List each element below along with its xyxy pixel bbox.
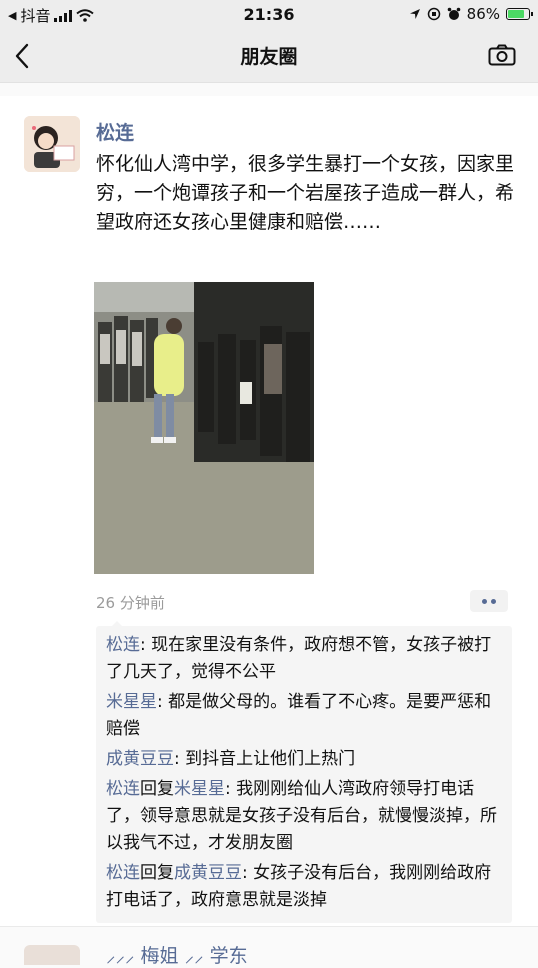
- comment-author[interactable]: 成黄豆豆: [106, 749, 174, 769]
- more-button[interactable]: [470, 590, 508, 612]
- comment-text: : 都是做父母的。谁看了不心疼。是要严惩和赔偿: [106, 692, 492, 739]
- status-bar: ◀ 抖音 21:36 86%: [0, 0, 538, 30]
- battery-icon: [506, 8, 533, 20]
- comment-item[interactable]: 松连回复成黄豆豆: 女孩子没有后台，我刚刚给政府打电话了，政府意思就是淡掉: [106, 860, 502, 914]
- post-author[interactable]: 松连: [96, 118, 134, 145]
- battery-fill: [508, 10, 525, 18]
- more-dots-icon: [482, 598, 487, 604]
- avatar[interactable]: [24, 945, 80, 965]
- page-title: 朋友圈: [240, 46, 298, 68]
- comment-author[interactable]: 松连: [106, 779, 140, 799]
- comment-author[interactable]: 松连: [106, 635, 140, 655]
- battery-percent: 86%: [466, 5, 500, 23]
- next-post: ⸝⸝⸝ 梅姐 ⸝⸝ 学东: [0, 926, 538, 967]
- avatar-image: [24, 116, 80, 172]
- photo-scene: [94, 282, 314, 574]
- comment-author[interactable]: 米星星: [106, 692, 157, 712]
- comment-text: : 到抖音上让他们上热门: [174, 749, 356, 769]
- reply-target[interactable]: 米星星: [174, 779, 225, 799]
- camera-button[interactable]: [488, 44, 516, 70]
- orientation-lock-icon: [427, 7, 440, 21]
- location-arrow-icon: [409, 9, 420, 19]
- post-author[interactable]: ⸝⸝⸝ 梅姐 ⸝⸝ 学东: [106, 941, 248, 968]
- comment-item[interactable]: 米星星: 都是做父母的。谁看了不心疼。是要严惩和赔偿: [106, 689, 502, 743]
- alarm-icon: [447, 7, 460, 20]
- comment-item[interactable]: 松连: 现在家里没有条件，政府想不管，女孩子被打了几天了，觉得不公平: [106, 632, 502, 686]
- nav-bar: 朋友圈: [0, 30, 538, 83]
- more-dots-icon: [491, 598, 496, 604]
- comment-item[interactable]: 松连回复米星星: 我刚刚给仙人湾政府领导打电话了，领导意思就是女孩子没有后台，就…: [106, 776, 502, 857]
- post-content: 怀化仙人湾中学，很多学生暴打一个女孩，因家里穷，一个炮谭孩子和一个岩屋孩子造成一…: [96, 153, 515, 233]
- reply-word: 回复: [140, 779, 174, 799]
- comment-list: 松连: 现在家里没有条件，政府想不管，女孩子被打了几天了，觉得不公平 米星星: 都…: [96, 621, 512, 923]
- reply-word: 回复: [140, 863, 174, 883]
- post-time: 26 分钟前: [96, 594, 165, 612]
- comment-author[interactable]: 松连: [106, 863, 140, 883]
- avatar[interactable]: [24, 116, 80, 172]
- comment-item[interactable]: 成黄豆豆: 到抖音上让他们上热门: [106, 746, 502, 773]
- comment-text: : 现在家里没有条件，政府想不管，女孩子被打了几天了，觉得不公平: [106, 635, 492, 682]
- reply-target[interactable]: 成黄豆豆: [174, 863, 242, 883]
- camera-icon: [488, 44, 516, 66]
- post-photo[interactable]: [94, 282, 314, 574]
- moments-post: 松连 怀化仙人湾中学，很多学生暴打一个女孩，因家里穷，一个炮谭孩子和一个岩屋孩子…: [0, 96, 538, 926]
